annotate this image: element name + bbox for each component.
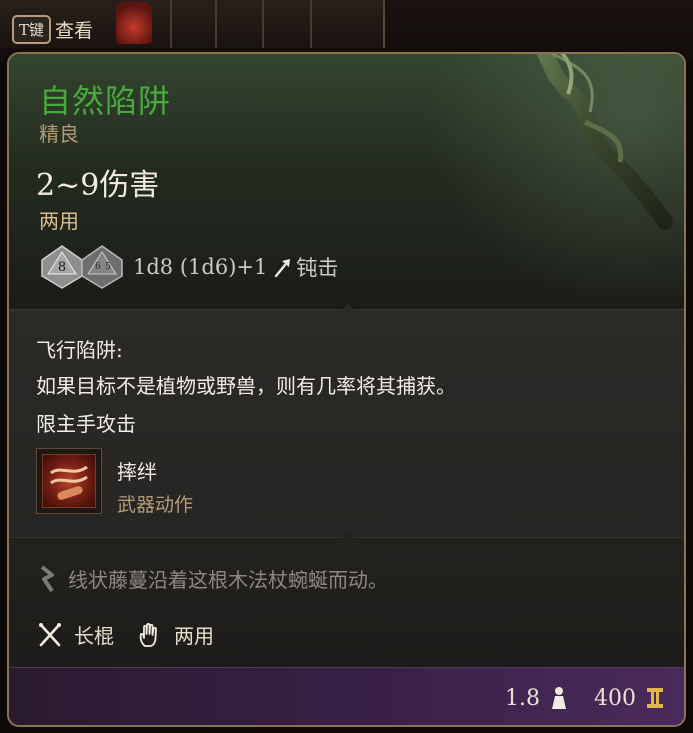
flavor-row: 线状藤蔓沿着这根木法杖蜿蜒而动。 — [36, 564, 388, 593]
dice-formula: 1d8 (1d6)+1 — [133, 255, 268, 279]
handedness: 两用 — [39, 209, 79, 233]
item-value: 400 — [594, 685, 636, 711]
quote-scroll-icon — [40, 564, 54, 592]
property-label: 两用 — [174, 624, 214, 648]
item-rarity: 精良 — [39, 122, 79, 146]
damage-dice-row: 8 6 5 1d8 (1d6)+1 钝击 — [39, 244, 338, 290]
hotbar-divider — [262, 0, 264, 48]
damage-type: 钝击 — [296, 256, 339, 280]
weight-icon — [552, 687, 566, 709]
damage-range: 2~9伤害 — [36, 168, 160, 203]
section-divider-notch — [339, 304, 357, 314]
weapon-properties: 长棍 两用 — [36, 620, 236, 649]
hand-icon — [139, 622, 157, 647]
die-number: 8 — [58, 260, 66, 275]
gold-coin-icon — [647, 688, 663, 708]
crossed-staves-icon — [39, 622, 61, 646]
item-weight: 1.8 — [505, 685, 540, 711]
game-scene-background: T键 查看 — [0, 0, 693, 60]
tooltip-footer: 1.8 400 — [9, 667, 684, 725]
section-divider-notch — [339, 532, 357, 542]
action-name: 摔绊 — [117, 460, 157, 484]
hammer-icon — [275, 259, 291, 278]
hotbar-divider — [215, 0, 217, 48]
item-tooltip: 自然陷阱 精良 2~9伤害 两用 8 6 5 1d8 (1d6)+1 钝击 飞行… — [7, 52, 686, 727]
ability-name: 飞行陷阱: — [36, 338, 123, 362]
svg-text:5: 5 — [105, 262, 111, 272]
property-handedness: 两用 — [136, 620, 214, 649]
weight-value-row: 1.8 400 — [505, 685, 666, 711]
potion-icon[interactable] — [116, 2, 152, 44]
property-weapon-type: 长棍 — [36, 620, 114, 649]
ability-description: 如果目标不是植物或野兽，则有几率将其捕获。 — [36, 374, 456, 398]
topple-action-icon[interactable] — [36, 448, 102, 514]
d6-die-icon: 6 5 — [79, 244, 125, 290]
staff-artwork-icon — [536, 54, 673, 230]
key-cap: T键 — [12, 15, 52, 44]
ability-section: 飞行陷阱: 如果目标不是植物或野兽，则有几率将其捕获。 限主手攻击 摔绊 武器动… — [9, 304, 684, 537]
hotbar-divider — [310, 0, 312, 48]
item-name: 自然陷阱 — [39, 82, 172, 120]
hotbar-strip: T键 查看 — [0, 0, 385, 48]
flavor-text: 线状藤蔓沿着这根木法杖蜿蜒而动。 — [68, 568, 388, 592]
inspect-keybind-hint[interactable]: T键 查看 — [12, 15, 93, 44]
flavor-section: 线状藤蔓沿着这根木法杖蜿蜒而动。 长棍 两用 — [9, 532, 684, 667]
attack-restriction: 限主手攻击 — [36, 412, 136, 436]
property-label: 长棍 — [74, 624, 114, 648]
action-type: 武器动作 — [117, 494, 194, 516]
hotbar-divider — [170, 0, 172, 48]
key-action-label: 查看 — [55, 20, 94, 42]
svg-text:6: 6 — [95, 262, 101, 272]
